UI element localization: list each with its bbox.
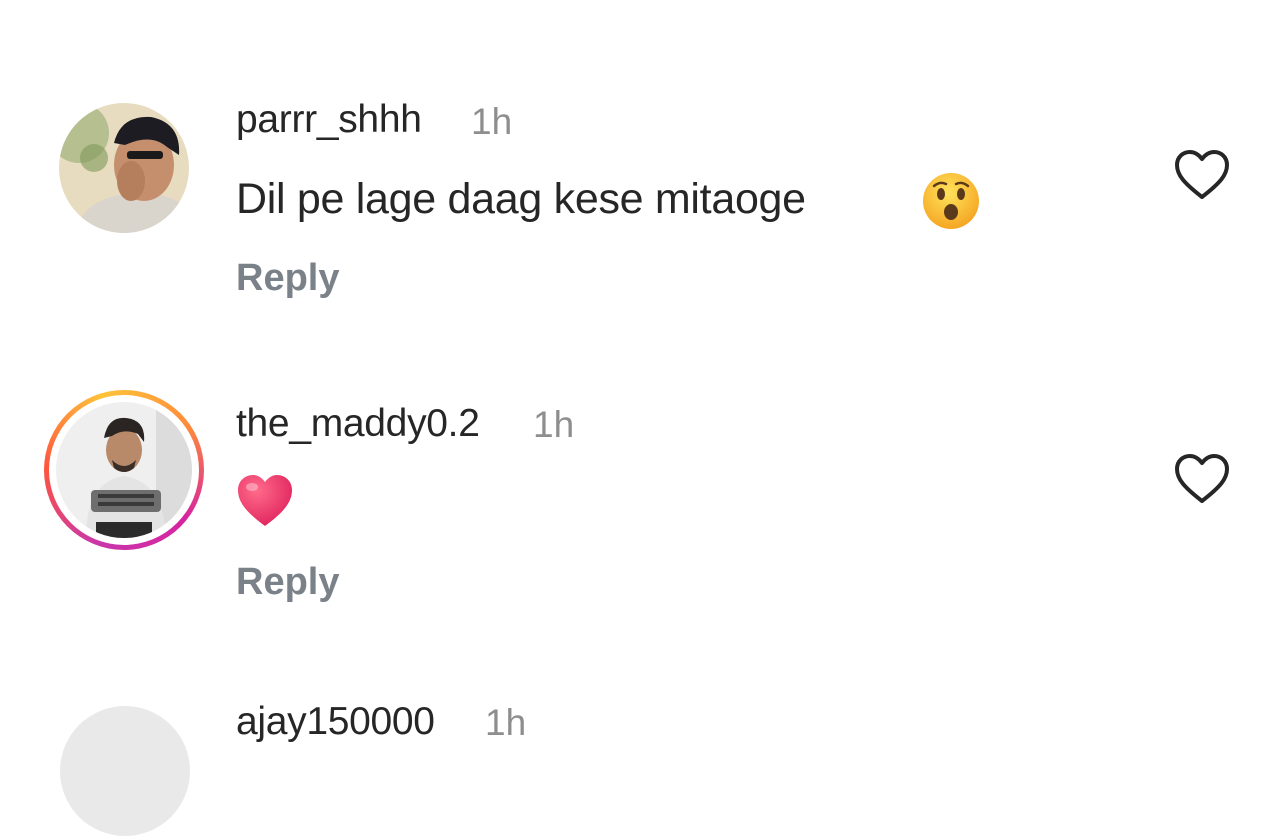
reply-button[interactable]: Reply <box>236 561 339 604</box>
avatar[interactable] <box>60 706 190 836</box>
comment-username[interactable]: parrr_shhh <box>236 98 422 142</box>
comment-timestamp: 1h <box>533 404 575 445</box>
avatar <box>56 402 192 538</box>
comment-username[interactable]: the_maddy0.2 <box>236 402 480 446</box>
comment-timestamp: 1h <box>485 702 527 743</box>
avatar-photo <box>59 103 189 233</box>
comment-text: Dil pe lage daag kese mitaoge <box>236 175 806 223</box>
reply-button[interactable]: Reply <box>236 257 339 300</box>
heart-outline-icon[interactable] <box>1174 149 1230 201</box>
red-heart-emoji <box>238 475 292 526</box>
heart-outline-icon[interactable] <box>1174 453 1230 505</box>
avatar-story-ring[interactable] <box>44 390 204 550</box>
comment-timestamp: 1h <box>471 101 513 142</box>
avatar[interactable] <box>59 103 189 233</box>
comment-username[interactable]: ajay150000 <box>236 700 435 744</box>
avatar-photo <box>56 402 192 538</box>
hushed-face-emoji <box>923 173 979 229</box>
